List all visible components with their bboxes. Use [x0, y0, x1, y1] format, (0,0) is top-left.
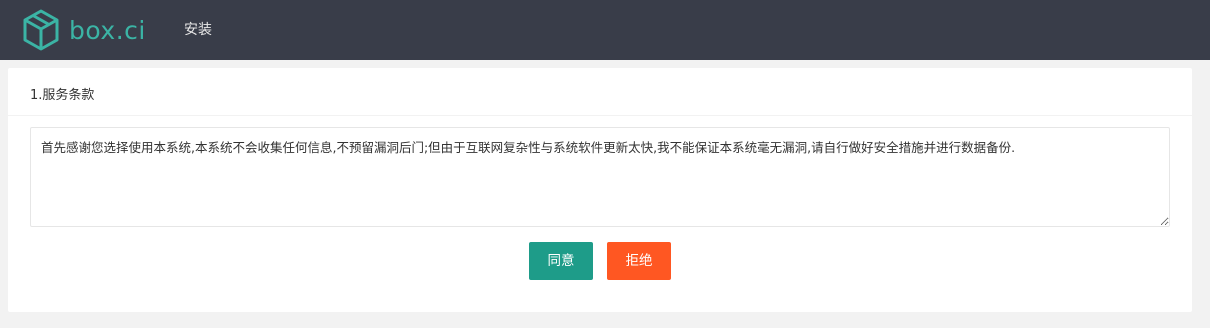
- card-title: 1.服务条款: [8, 68, 1192, 116]
- box-cube-icon: [23, 9, 59, 51]
- nav-item-install[interactable]: 安装: [184, 0, 212, 60]
- agree-button[interactable]: 同意: [529, 242, 593, 280]
- refuse-button[interactable]: 拒绝: [607, 242, 671, 280]
- top-navbar: box.ci 安装: [0, 0, 1210, 60]
- logo-text: box.ci: [69, 15, 146, 45]
- terms-card: 1.服务条款 首先感谢您选择使用本系统,本系统不会收集任何信息,不预留漏洞后门;…: [8, 68, 1192, 312]
- logo[interactable]: box.ci: [22, 9, 146, 51]
- terms-textarea[interactable]: 首先感谢您选择使用本系统,本系统不会收集任何信息,不预留漏洞后门;但由于互联网复…: [30, 127, 1170, 227]
